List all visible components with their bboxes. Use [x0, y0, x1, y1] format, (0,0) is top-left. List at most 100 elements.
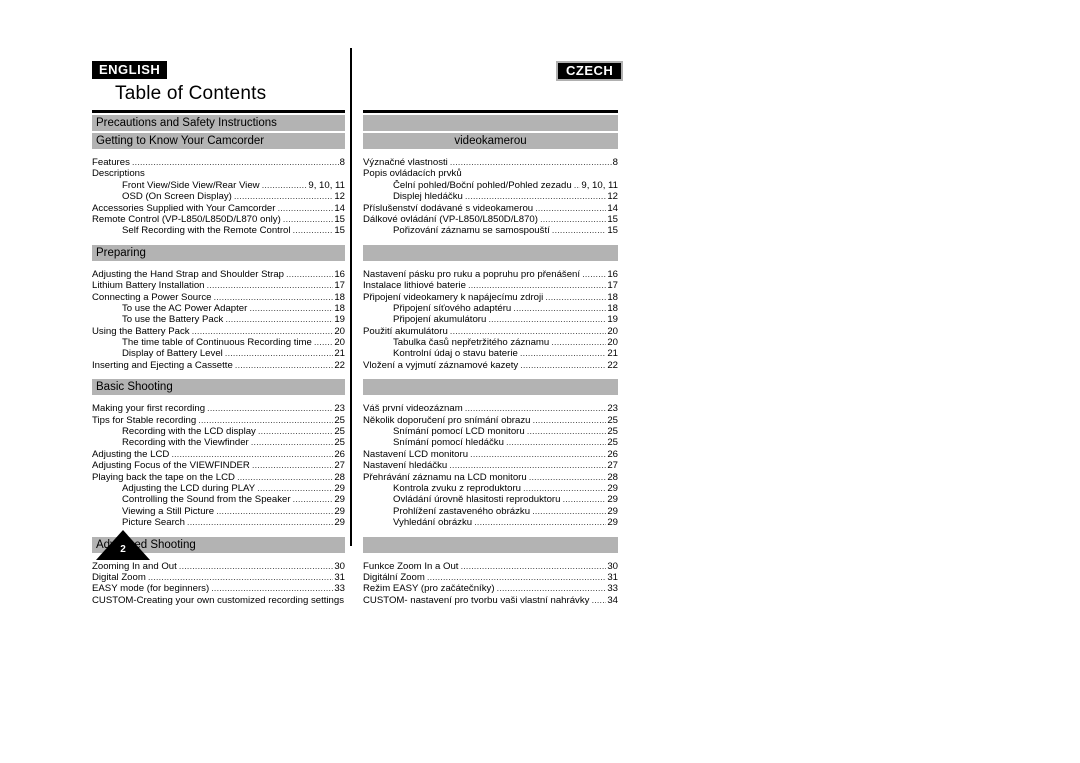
toc-entry[interactable]: Zooming In and Out 30: [92, 561, 345, 572]
toc-entry[interactable]: Nastavení pásku pro ruku a popruhu pro p…: [363, 269, 618, 280]
toc-entry[interactable]: To use the AC Power Adapter 18: [92, 303, 345, 314]
toc-entry[interactable]: Popis ovládacích prvků: [363, 168, 618, 179]
toc-entry[interactable]: Recording with the LCD display 25: [92, 426, 345, 437]
toc-leader-dots: [470, 449, 606, 460]
toc-entry-title: CUSTOM-Creating your own customized reco…: [92, 594, 345, 606]
toc-entry[interactable]: CUSTOM- nastavení pro tvorbu vaši vlastn…: [363, 595, 618, 606]
toc-entry-page-number: 12: [334, 191, 345, 203]
toc-entry[interactable]: Kontrolní údaj o stavu baterie 21: [363, 348, 618, 359]
toc-entry[interactable]: OSD (On Screen Display) 12: [92, 191, 345, 202]
toc-entry[interactable]: EASY mode (for beginners) 33: [92, 583, 345, 594]
toc-entry[interactable]: Controlling the Sound from the Speaker 29: [92, 494, 345, 505]
toc-entry[interactable]: Připojení síťového adaptéru 18: [363, 303, 618, 314]
toc-entry[interactable]: Adjusting the LCD during PLAY 29: [92, 483, 345, 494]
toc-entry[interactable]: Lithium Battery Installation 17: [92, 280, 345, 291]
toc-leader-dots: [171, 449, 333, 460]
toc-leader-dots: [251, 437, 334, 448]
toc-entry[interactable]: Snímání pomocí hledáčku 25: [363, 437, 618, 448]
toc-leader-dots: [216, 506, 333, 517]
toc-entry[interactable]: Tips for Stable recording 25: [92, 415, 345, 426]
toc-entry[interactable]: Displej hledáčku 12: [363, 191, 618, 202]
toc-entry[interactable]: Prohlížení zastaveného obrázku 29: [363, 506, 618, 517]
toc-entry[interactable]: Recording with the Viewfinder 25: [92, 437, 345, 448]
toc-leader-dots: [237, 472, 333, 483]
toc-entry-page-number: 8: [339, 157, 345, 168]
toc-entry-title: Vyhledání obrázku: [393, 517, 473, 529]
toc-entry[interactable]: Pořizování záznamu se samospouští 15: [363, 225, 618, 236]
toc-entry-page-number: 26: [607, 448, 618, 460]
toc-entry[interactable]: Váš první videozáznam 23: [363, 403, 618, 414]
toc-entry-page-number: 15: [607, 213, 618, 225]
toc-entry[interactable]: Snímání pomocí LCD monitoru 25: [363, 426, 618, 437]
toc-entry[interactable]: Přehrávání záznamu na LCD monitoru 28: [363, 472, 618, 483]
toc-entry-title: Using the Battery Pack: [92, 325, 190, 337]
toc-entry[interactable]: Using the Battery Pack 20: [92, 326, 345, 337]
toc-entry-page-number: 33: [607, 583, 618, 595]
toc-leader-dots: [527, 426, 607, 437]
toc-entry[interactable]: Making your first recording 23: [92, 403, 345, 414]
toc-entry[interactable]: Playing back the tape on the LCD 28: [92, 472, 345, 483]
toc-entry[interactable]: Nastavení LCD monitoru 26: [363, 449, 618, 460]
column-divider: [350, 48, 352, 546]
toc-entry-title: Použití akumulátoru: [363, 325, 448, 337]
toc-entry[interactable]: Descriptions: [92, 168, 345, 179]
toc-entry[interactable]: Connecting a Power Source 18: [92, 292, 345, 303]
toc-entry[interactable]: Viewing a Still Picture 29: [92, 506, 345, 517]
toc-entry-title: Viewing a Still Picture: [122, 505, 215, 517]
toc-entry[interactable]: Čelní pohled/Boční pohled/Pohled zezadu 9…: [363, 180, 618, 191]
toc-entry[interactable]: Příslušenství dodávané s videokamerou 14: [363, 203, 618, 214]
toc-entry[interactable]: Digitální Zoom 31: [363, 572, 618, 583]
toc-leader-dots: [520, 348, 607, 359]
toc-entry[interactable]: Funkce Zoom In a Out 30: [363, 561, 618, 572]
toc-entry-title: Picture Search: [122, 517, 185, 529]
toc-entry[interactable]: Kontrola zvuku z reproduktoru 29: [363, 483, 618, 494]
toc-entry[interactable]: Adjusting the LCD 26: [92, 449, 345, 460]
toc-entry-title: Controlling the Sound from the Speaker: [122, 494, 291, 506]
toc-entry[interactable]: Připojení akumulátoru 19: [363, 314, 618, 325]
toc-entry[interactable]: Features 8: [92, 157, 345, 168]
toc-entry[interactable]: Instalace lithiové baterie 17: [363, 280, 618, 291]
toc-entry[interactable]: Display of Battery Level 21: [92, 348, 345, 359]
toc-entry[interactable]: The time table of Continuous Recording t…: [92, 337, 345, 348]
toc-entry-page-number: 29: [607, 482, 618, 494]
toc-entry-page-number: 20: [334, 325, 345, 337]
toc-entry[interactable]: Accessories Supplied with Your Camcorder…: [92, 203, 345, 214]
toc-leader-dots: [225, 314, 333, 325]
toc-entry-title: Adjusting the LCD: [92, 448, 170, 460]
toc-entry[interactable]: Front View/Side View/Rear View 9, 10, 11: [92, 180, 345, 191]
toc-entry[interactable]: Adjusting Focus of the VIEWFINDER 27: [92, 460, 345, 471]
toc-entry[interactable]: Inserting and Ejecting a Cassette 22: [92, 360, 345, 371]
toc-entry[interactable]: Použití akumulátoru 20: [363, 326, 618, 337]
czech-language-badge: CZECH: [556, 61, 624, 81]
toc-entry[interactable]: CUSTOM-Creating your own customized reco…: [92, 595, 345, 606]
toc-leader-dots: [207, 403, 333, 414]
toc-leader-dots: [198, 415, 333, 426]
toc-entry-title: Descriptions: [92, 168, 145, 180]
toc-entry[interactable]: Digital Zoom 31: [92, 572, 345, 583]
toc-entry[interactable]: Vložení a vyjmutí záznamové kazety 22: [363, 360, 618, 371]
section-header-bar: Preparing: [92, 244, 345, 261]
toc-entry-page-number: 23: [334, 403, 345, 415]
toc-entry[interactable]: Význačné vlastnosti 8: [363, 157, 618, 168]
toc-entry[interactable]: Vyhledání obrázku 29: [363, 517, 618, 528]
toc-leader-dots: [488, 314, 606, 325]
toc-entry[interactable]: To use the Battery Pack 19: [92, 314, 345, 325]
toc-entry-page-number: 29: [607, 494, 618, 506]
toc-entry[interactable]: Picture Search 29: [92, 517, 345, 528]
toc-leader-dots: [464, 168, 617, 179]
toc-entry[interactable]: Režim EASY (pro začátečníky) 33: [363, 583, 618, 594]
toc-entry[interactable]: Self Recording with the Remote Control 15: [92, 225, 345, 236]
toc-entry[interactable]: Dálkové ovládání (VP-L850/L850D/L870) 15: [363, 214, 618, 225]
toc-entry[interactable]: Několik doporučení pro snímání obrazu 25: [363, 415, 618, 426]
toc-entry[interactable]: Tabulka časů nepřetržitého záznamu 20: [363, 337, 618, 348]
toc-entry[interactable]: Adjusting the Hand Strap and Shoulder St…: [92, 269, 345, 280]
toc-entry[interactable]: Remote Control (VP-L850/L850D/L870 only)…: [92, 214, 345, 225]
document-page: ENGLISH CZECH Table of Contents Precauti…: [0, 0, 1080, 763]
toc-entry[interactable]: Připojení videokamery k napájecímu zdroj…: [363, 292, 618, 303]
toc-leader-dots: [249, 303, 333, 314]
toc-leader-dots: [545, 292, 606, 303]
toc-entry[interactable]: Ovládání úrovně hlasitosti reproduktoru 2…: [363, 494, 618, 505]
toc-entry[interactable]: Nastavení hledáčku 27: [363, 460, 618, 471]
toc-entry-title: Několik doporučení pro snímání obrazu: [363, 414, 531, 426]
